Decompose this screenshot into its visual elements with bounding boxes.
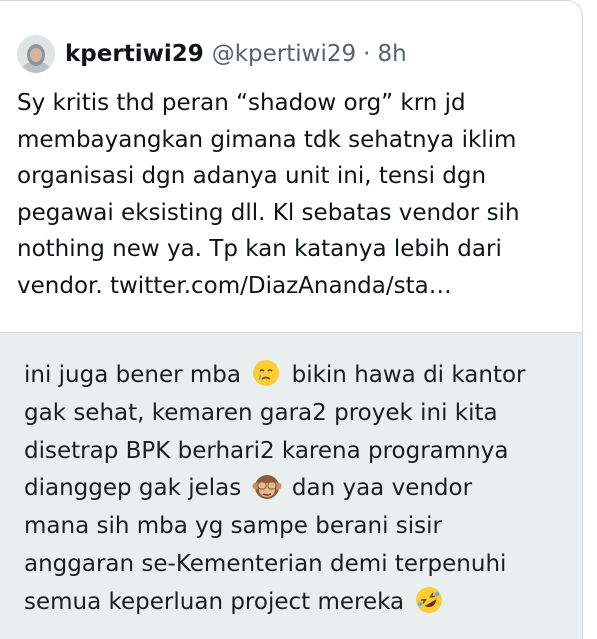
separator-dot: · <box>363 41 371 67</box>
rolling-on-floor-laughing-emoji-icon <box>416 586 443 613</box>
tweet-header: kpertiwi29 @kpertiwi29 · 8h <box>65 39 407 69</box>
see-no-evil-monkey-emoji-icon <box>252 475 282 500</box>
reply-line: disetrap BPK berhari2 karena programnya <box>24 437 509 464</box>
quoted-text-line: membayangkan gimana tdk sehatnya iklim <box>17 126 517 153</box>
quoted-text-line: Sy kritis thd peran “shadow org” krn jd <box>17 90 466 116</box>
reply-segment: dan yaa vendor <box>291 475 473 502</box>
reply-line: semua keperluan project mereka <box>24 584 569 622</box>
reply-line: ini juga bener mba bikin hawa di kantor <box>24 357 569 395</box>
reply-segment: ini juga bener mba <box>24 362 241 388</box>
reply-segment: bikin hawa di kantor <box>291 362 526 388</box>
quoted-tweet[interactable]: kpertiwi29 @kpertiwi29 · 8h Sy kritis th… <box>0 1 582 331</box>
reply-line: gak sehat, kemaren gara2 proyek ini kita <box>24 399 498 426</box>
crying-face-emoji-icon <box>253 360 280 386</box>
reply-line: mana sih mba yg sampe berani sisir <box>24 513 442 540</box>
quoted-text-line: pegawai eksisting dll. Kl sebatas vendor… <box>17 199 520 226</box>
reply-text: ini juga bener mba bikin hawa di kantor … <box>24 357 569 622</box>
quoted-text-line: organisasi dgn adanya unit ini, tensi dg… <box>17 163 487 189</box>
timestamp[interactable]: 8h <box>377 41 406 67</box>
reply-segment: semua keperluan project mereka <box>24 588 405 615</box>
tweet-card: kpertiwi29 @kpertiwi29 · 8h Sy kritis th… <box>0 0 583 639</box>
quoted-text-line: vendor. twitter.com/DiazAnanda/sta… <box>17 272 452 299</box>
reply-box: ini juga bener mba bikin hawa di kantor … <box>0 332 582 639</box>
display-name[interactable]: kpertiwi29 <box>65 41 204 67</box>
quoted-text-line: nothing new ya. Tp kan katanya lebih dar… <box>17 236 502 262</box>
avatar[interactable] <box>17 35 55 73</box>
reply-segment: dianggep gak jelas <box>24 475 242 502</box>
reply-line: anggaran se-Kementerian demi terpenuhi <box>24 550 507 577</box>
quoted-tweet-text: Sy kritis thd peran “shadow org” krn jd … <box>17 85 577 304</box>
user-handle[interactable]: @kpertiwi29 <box>212 41 356 67</box>
reply-line: dianggep gak jelas dan yaa vendor <box>24 470 569 508</box>
